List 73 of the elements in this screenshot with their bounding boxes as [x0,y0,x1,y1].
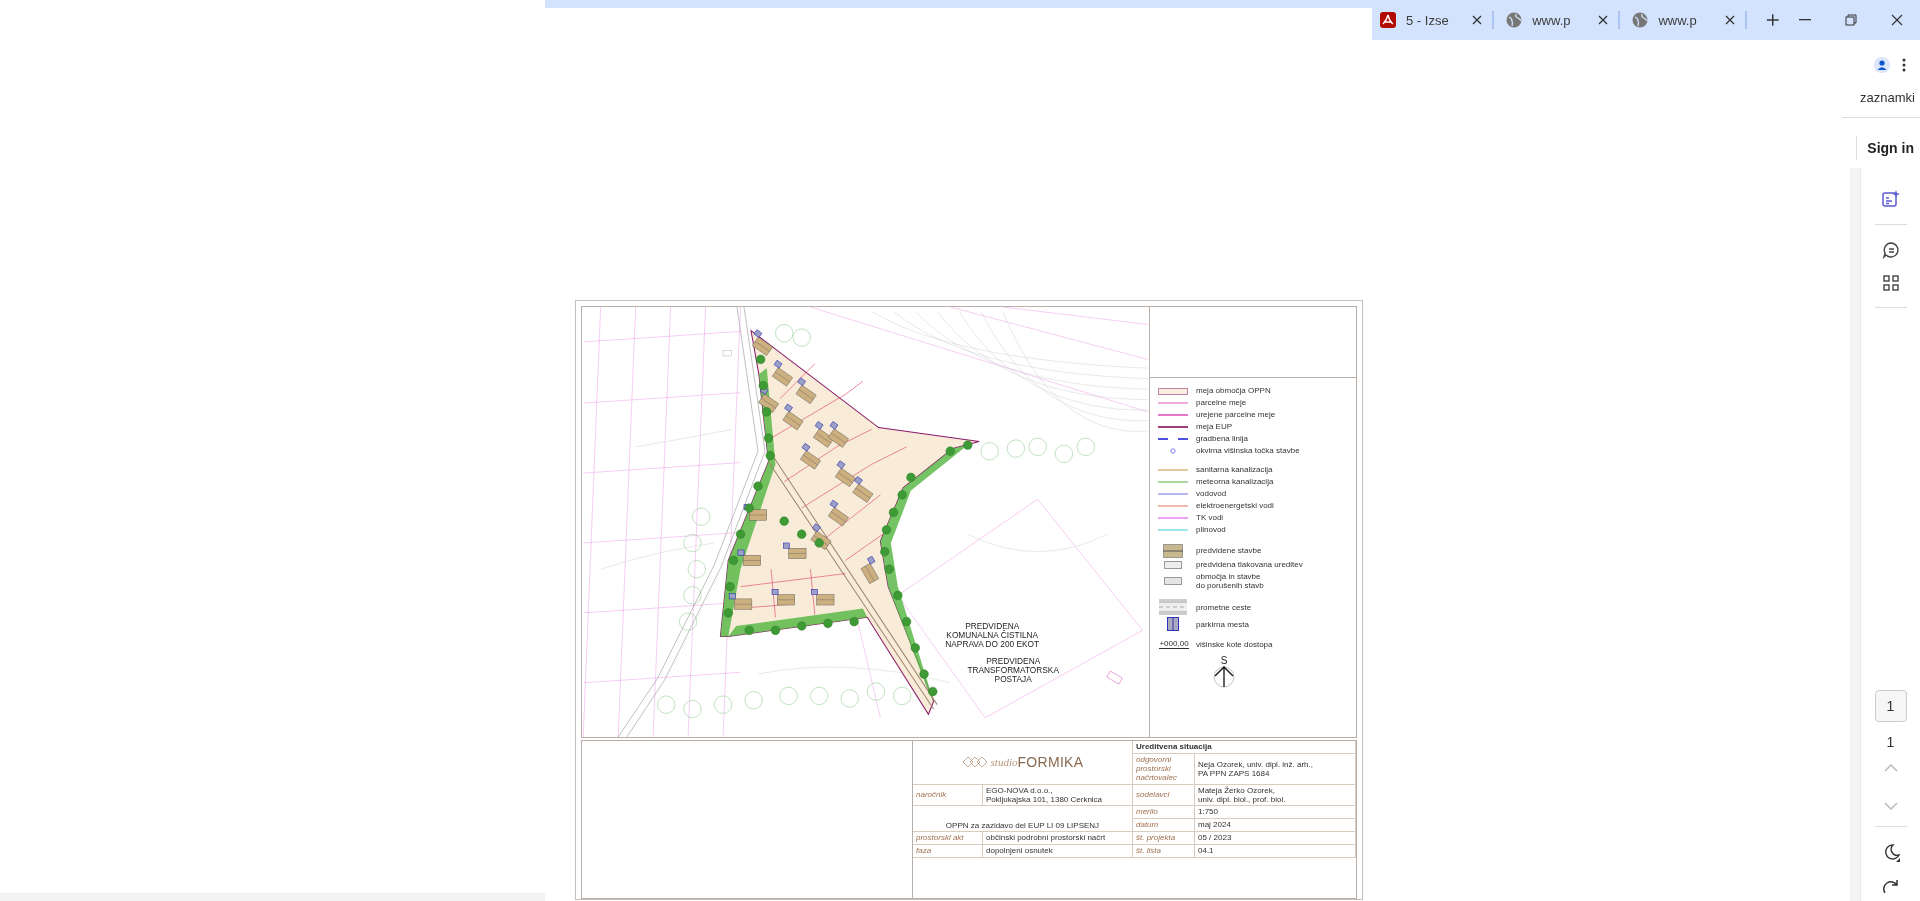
legend-label: predvidena tlakovana ureditev [1196,560,1303,570]
sign-in-button[interactable]: Sign in [1856,136,1914,160]
field-value: dopolnjeni osnutek [983,844,1133,858]
legend-label: predvidene stavbe [1196,546,1262,556]
building-swatch [1163,544,1183,558]
legend-label: sanitarna kanalizacija [1196,465,1273,475]
field-value: Mateja Žerko Ozorek, univ. dipl. biol., prof. biol. [1195,784,1356,806]
page-count: 1 [1886,734,1895,750]
legend-label: gradbena linija [1196,434,1249,444]
paving-swatch [1164,561,1182,569]
close-icon[interactable] [1598,15,1609,25]
browser-tab[interactable]: 5 - Izse [1380,5,1493,35]
legend-label: meja EUP [1196,422,1232,432]
field-value: 04.1 [1195,844,1356,858]
close-icon[interactable] [1724,15,1735,25]
field-label: št. lista [1133,844,1195,858]
area-boundary-swatch [1158,387,1188,395]
logo-text: studioFORMIKA [990,754,1084,771]
field-label: faza [913,844,983,858]
field-label: odgovorni prostorski načrtovalec [1133,754,1195,785]
field-label: naročnik [913,784,983,806]
plan-label: PREDVIDENA TRANSFORMATORSKA POSTAJA [967,655,1059,684]
field-value: EGO-NOVA d.o.o., Pokljukajska 101, 1380 Cerknica [983,784,1133,806]
legend-label: meja območja OPPN [1196,386,1271,396]
more-options-icon[interactable] [1902,58,1906,72]
globe-icon [1506,12,1523,28]
field-value: 1:750 [1195,805,1356,819]
panel-heading: zaznamki [1860,90,1915,105]
close-icon[interactable] [1891,14,1904,26]
point-marker-icon [1170,448,1176,454]
legend-label: TK vodi [1196,513,1224,523]
legend-label: meteorna kanalizacija [1196,477,1274,487]
field-value: občinski podrobni prostorski načrt [983,831,1133,845]
grid-icon[interactable] [1882,275,1899,291]
north-label: S [1220,655,1228,667]
diamond-logo-icon [961,756,988,769]
legend-label: okvirna višinska točka stavbe [1196,446,1300,456]
browser-tab[interactable]: www.p [1506,5,1619,35]
field-value: 05 / 2023 [1195,831,1356,845]
minimize-icon[interactable] [1799,19,1812,21]
chat-bubble-icon[interactable] [1881,241,1900,259]
refresh-icon[interactable] [1881,879,1900,893]
restore-icon[interactable] [1845,14,1858,26]
legend-label: parkirna mesta [1196,619,1249,629]
field-value: maj 2024 [1195,818,1356,832]
legend-label: plinovod [1196,525,1226,535]
existing-building-swatch [1164,577,1182,586]
legend-label: območja in stavbe do porušenih stavb [1196,572,1264,591]
field-label: datum [1133,818,1195,832]
elevation-value: +000,00 [1159,639,1189,650]
legend-label: prometne ceste [1196,602,1252,612]
field-value: Neja Ozorek, univ. dipl. inž. arh., PA PPN ZAPS 1684 [1195,754,1356,785]
globe-icon [1632,12,1649,28]
pdf-icon [1380,12,1396,28]
field-label: št. projekta [1133,831,1195,845]
legend-label: elektroenergetski vodi [1196,501,1274,511]
close-icon[interactable] [1472,15,1483,25]
legend-label: urejene parcelne meje [1196,410,1276,420]
plan-label: PREDVIDENA KOMUNALNA ČISTILNA NAPRAVA DO 200 EKOT [945,620,1040,649]
legend-label: višinske kote dostopa [1196,639,1273,649]
sparkle-note-icon[interactable] [1881,190,1900,208]
legend-label: parcelne meje [1196,398,1247,408]
legend-label: vodovod [1196,489,1227,499]
field-label: prostorski akt [913,831,983,845]
field-label: sodelavci [1133,784,1195,806]
road-swatch [1159,599,1187,616]
browser-tab[interactable]: www.p [1632,5,1745,35]
project-title: OPPN za zazidavo del EUP LI 09 LIPSENJ [913,805,1133,832]
sheet-title: Ureditvena situacija [1133,741,1356,754]
field-label: merilo [1133,805,1195,819]
parking-swatch [1167,617,1179,632]
north-arrow-icon [1213,666,1235,689]
page-number-field[interactable]: 1 [1874,690,1907,722]
